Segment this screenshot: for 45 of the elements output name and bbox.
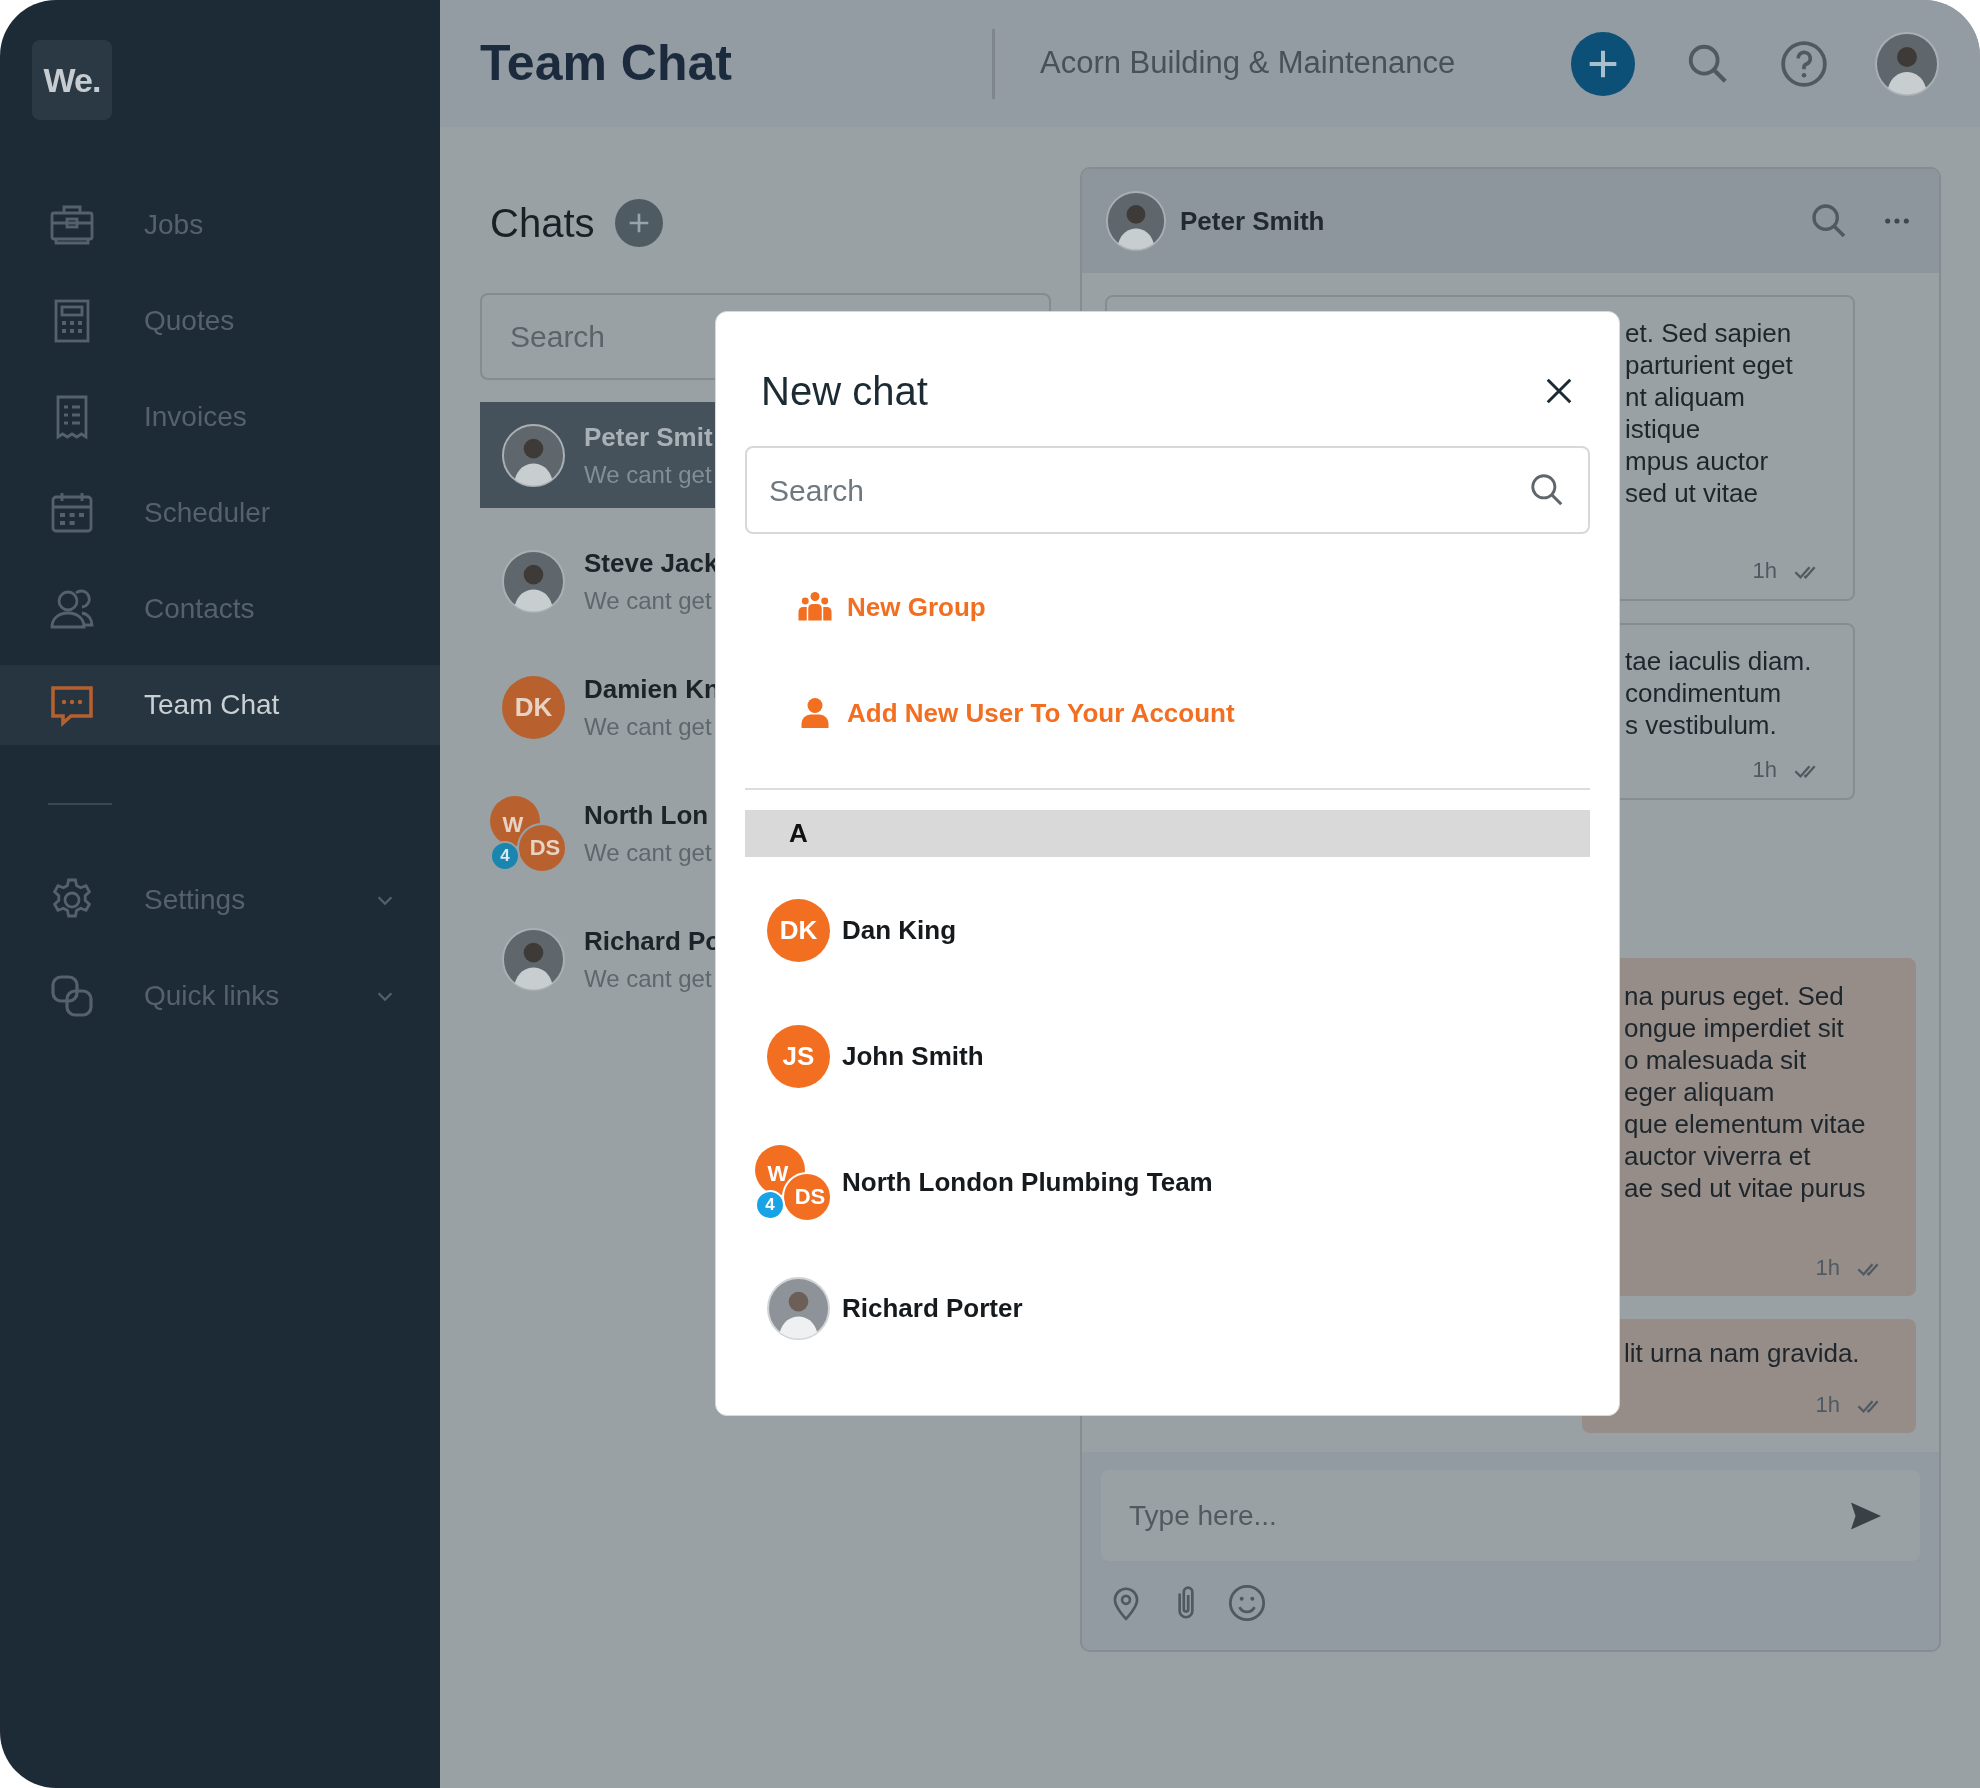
message-text: na purus eget. Sed [1624,980,1845,1012]
contact-name: John Smith [842,1039,984,1073]
message-text: s vestibulum. [1625,709,1778,741]
timestamp: 1h [1815,1254,1840,1282]
message-preview: We cant get [584,963,713,994]
avatar: DK [767,898,830,962]
message-text: eger aliquam [1624,1076,1776,1108]
contact-name: Steve Jack [584,546,719,580]
timestamp: 1h [1815,1391,1840,1419]
contact-name: North Lon [584,798,710,832]
count-badge: 4 [490,840,520,871]
contact-name: Richard Porter [842,1291,1023,1325]
message-text: auctor viverra et [1624,1140,1812,1172]
avatar: JS [767,1024,830,1088]
contact-name: Peter Smith [1180,204,1326,238]
message-preview: We cant get [584,711,713,742]
contact-name: North London Plumbing Team [842,1165,1213,1199]
message-text: istique [1625,413,1702,445]
message-text: o malesuada sit [1624,1044,1808,1076]
message-text: condimentum [1625,677,1783,709]
message-text: mpus auctor [1625,445,1770,477]
contact-name: Dan King [842,913,957,947]
message-preview: We cant get [584,585,713,616]
message-text: et. Sed sapien [1625,317,1793,349]
message-text: ae sed ut vitae purus [1624,1172,1867,1204]
contact-name: Peter Smit [584,420,713,454]
message-text: tae iaculis diam. [1625,645,1813,677]
message-text: parturient eget [1625,349,1794,381]
company-name: Acorn Building & Maintenance [1040,44,1457,83]
count-badge: 4 [755,1189,785,1220]
avatar: DK [502,675,565,739]
section-header: A [745,810,1590,857]
page-title: Team Chat [480,34,733,93]
section-title: Chats [490,200,595,247]
message-text: ongue imperdiet sit [1624,1012,1845,1044]
timestamp: 1h [1752,756,1777,784]
message-text: sed ut vitae [1625,477,1759,509]
dialog-title: New chat [761,368,929,415]
timestamp: 1h [1752,557,1777,585]
message-preview: We cant get [584,837,712,868]
message-text: nt aliquam [1625,381,1746,413]
message-text: que elementum vitae [1624,1108,1867,1140]
logo-text: We. [43,59,101,101]
message-text: lit urna nam gravida. [1624,1337,1861,1369]
message-preview: We cant get [584,459,713,490]
